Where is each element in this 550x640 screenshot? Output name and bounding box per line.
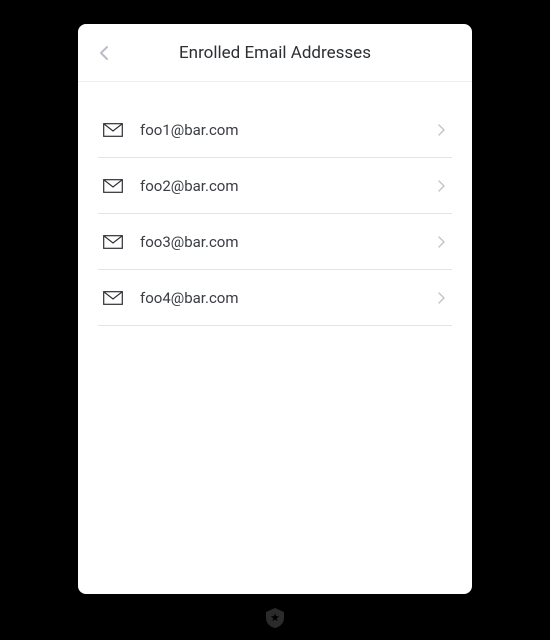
email-address: foo2@bar.com [140, 177, 434, 195]
brand-badge-icon [265, 608, 285, 628]
email-row[interactable]: foo3@bar.com [98, 214, 452, 270]
email-row[interactable]: foo2@bar.com [98, 158, 452, 214]
mail-icon [102, 291, 124, 305]
page-title: Enrolled Email Addresses [78, 43, 472, 63]
email-row[interactable]: foo1@bar.com [98, 102, 452, 158]
mail-icon [102, 123, 124, 137]
chevron-right-icon [434, 292, 448, 304]
chevron-right-icon [434, 236, 448, 248]
email-address: foo1@bar.com [140, 121, 434, 139]
mail-icon [102, 235, 124, 249]
email-address: foo3@bar.com [140, 233, 434, 251]
chevron-left-icon [99, 45, 109, 61]
email-address: foo4@bar.com [140, 289, 434, 307]
email-list: foo1@bar.com foo2@bar.com [78, 82, 472, 326]
chevron-right-icon [434, 124, 448, 136]
back-button[interactable] [92, 41, 116, 65]
enrolled-emails-card: Enrolled Email Addresses foo1@bar.com [78, 24, 472, 594]
email-row[interactable]: foo4@bar.com [98, 270, 452, 326]
header-bar: Enrolled Email Addresses [78, 24, 472, 82]
mail-icon [102, 179, 124, 193]
chevron-right-icon [434, 180, 448, 192]
